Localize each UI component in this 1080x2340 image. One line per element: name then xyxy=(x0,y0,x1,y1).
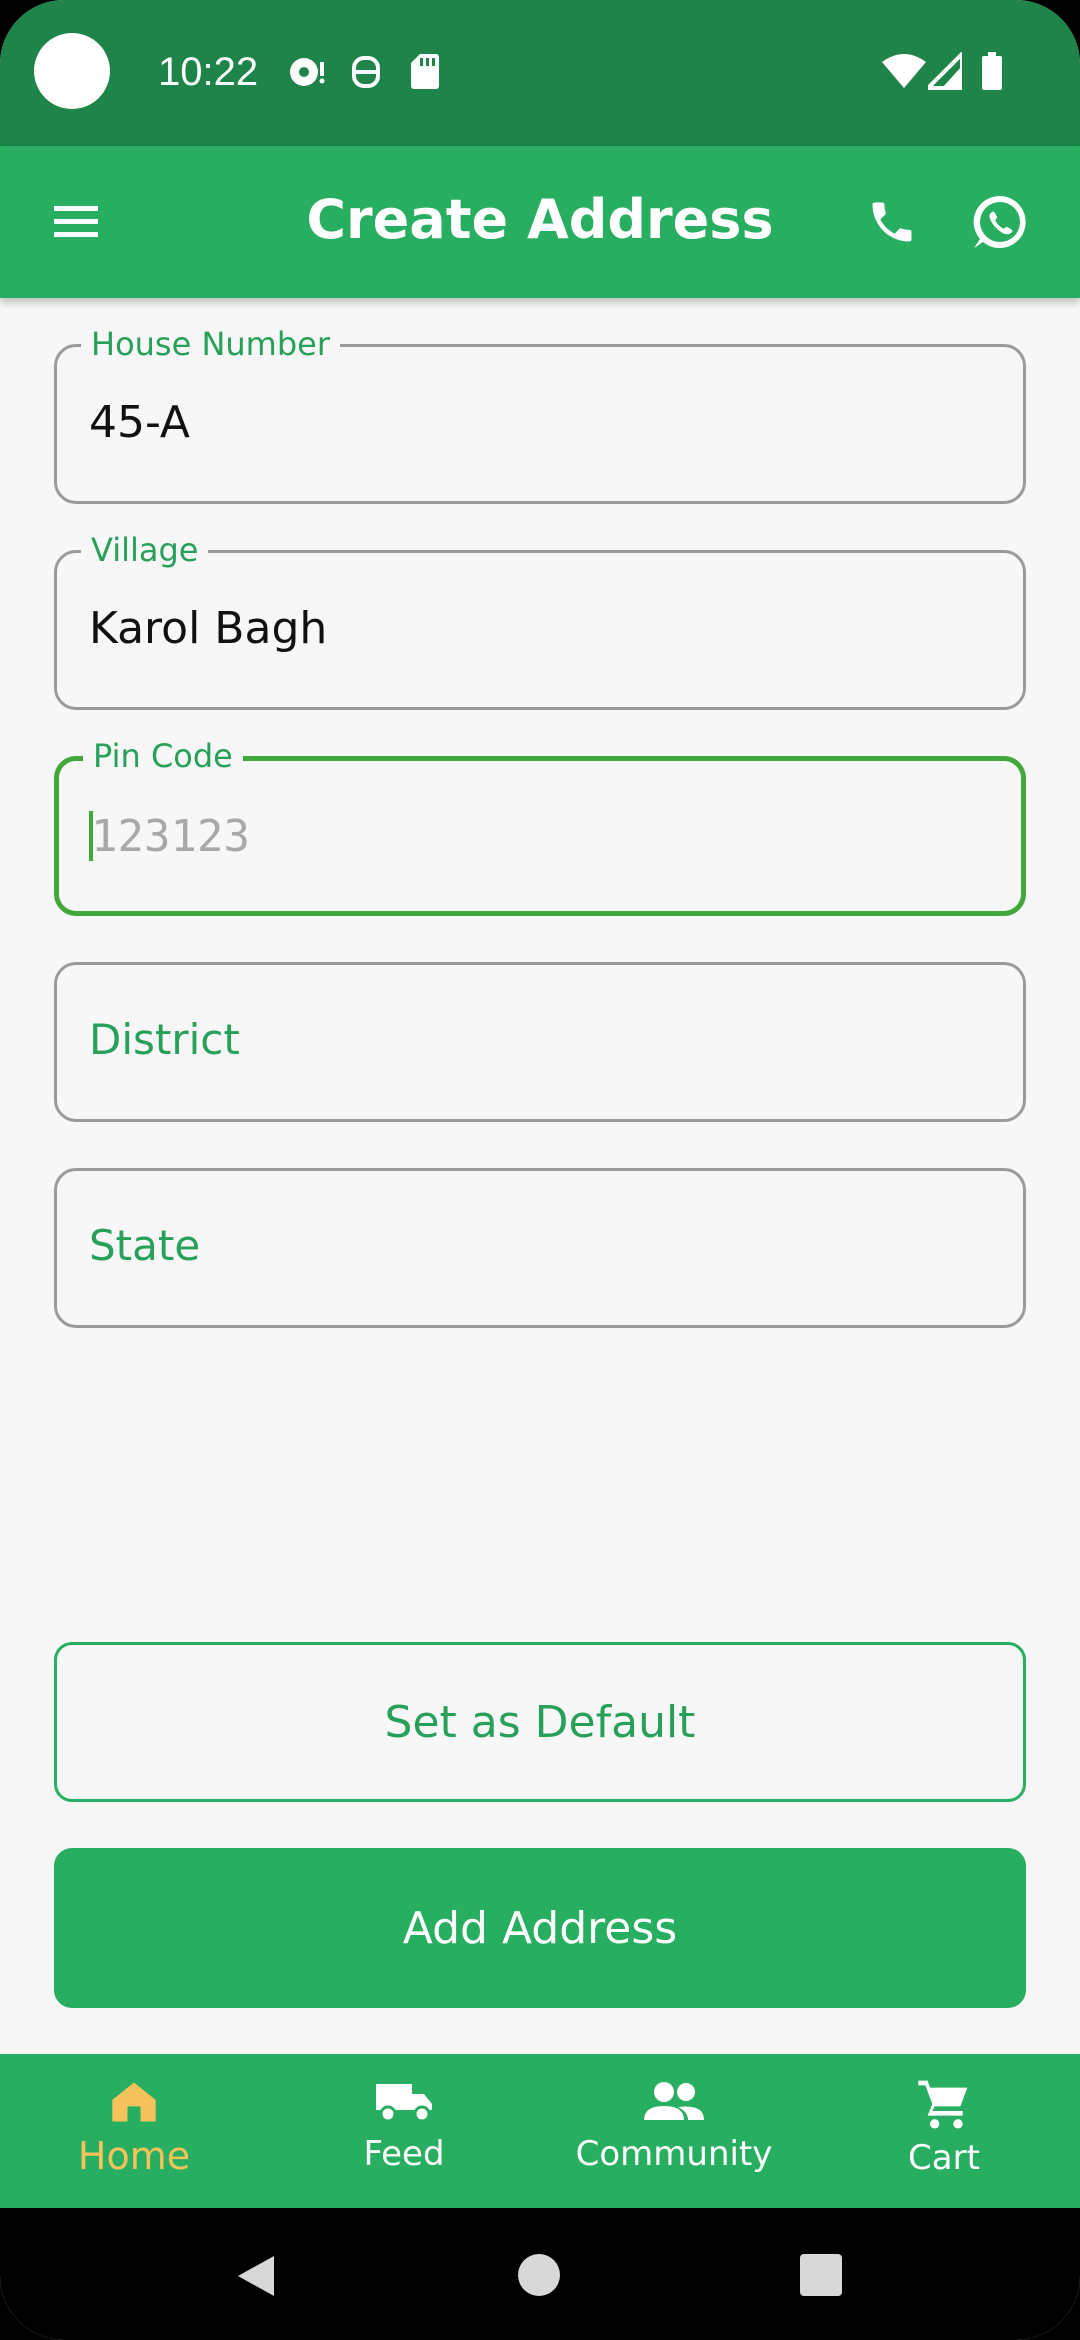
house-number-value: 45-A xyxy=(89,397,190,448)
status-time: 10:22 xyxy=(158,50,259,94)
notification-icon xyxy=(290,58,325,86)
nav-item-home[interactable]: Home xyxy=(24,2076,244,2178)
village-value: Karol Bagh xyxy=(89,603,328,654)
add-address-button[interactable]: Add Address xyxy=(54,1848,1026,2008)
bottom-nav: Home Feed Community Cart xyxy=(0,2054,1080,2208)
recents-icon[interactable] xyxy=(800,2254,842,2296)
pin-code-placeholder: 123123 xyxy=(91,811,250,862)
people-icon xyxy=(644,2082,704,2120)
nav-label-feed: Feed xyxy=(363,2134,445,2174)
phone-icon[interactable] xyxy=(866,196,918,248)
wifi-icon xyxy=(882,54,926,88)
screen: 10:22 Create Address House Number 45-A V… xyxy=(0,0,1080,2340)
back-icon[interactable] xyxy=(236,2254,276,2298)
pin-code-field[interactable]: Pin Code 123123 xyxy=(54,737,1026,916)
set-default-button[interactable]: Set as Default xyxy=(54,1642,1026,1802)
district-label: District xyxy=(89,1015,240,1064)
nav-item-community[interactable]: Community xyxy=(564,2076,784,2174)
whatsapp-icon[interactable] xyxy=(970,192,1030,252)
pin-code-label: Pin Code xyxy=(83,737,243,775)
signal-icon xyxy=(928,52,962,90)
home-icon xyxy=(112,2082,156,2122)
state-label: State xyxy=(89,1221,201,1270)
village-field[interactable]: Village Karol Bagh xyxy=(54,531,1026,710)
nav-label-cart: Cart xyxy=(908,2138,980,2178)
home-system-icon[interactable] xyxy=(518,2254,560,2296)
state-field[interactable]: State xyxy=(54,1168,1026,1328)
nav-item-cart[interactable]: Cart xyxy=(834,2076,1054,2178)
nav-item-feed[interactable]: Feed xyxy=(294,2076,514,2174)
truck-icon xyxy=(376,2084,432,2123)
system-nav-bar xyxy=(0,2208,1080,2340)
sd-card-icon xyxy=(411,54,439,89)
nav-label-home: Home xyxy=(77,2134,191,2178)
app-bar: Create Address xyxy=(0,146,1080,298)
page-title: Create Address xyxy=(306,188,774,251)
camera-cutout xyxy=(34,33,110,109)
house-number-field[interactable]: House Number 45-A xyxy=(54,325,1026,504)
cart-icon xyxy=(918,2080,968,2129)
battery-icon xyxy=(982,52,1002,90)
house-number-label: House Number xyxy=(81,325,340,363)
village-label: Village xyxy=(81,531,209,569)
status-bar: 10:22 xyxy=(0,0,1080,146)
nav-label-community: Community xyxy=(575,2134,773,2174)
android-icon xyxy=(352,56,380,88)
district-field[interactable]: District xyxy=(54,962,1026,1122)
